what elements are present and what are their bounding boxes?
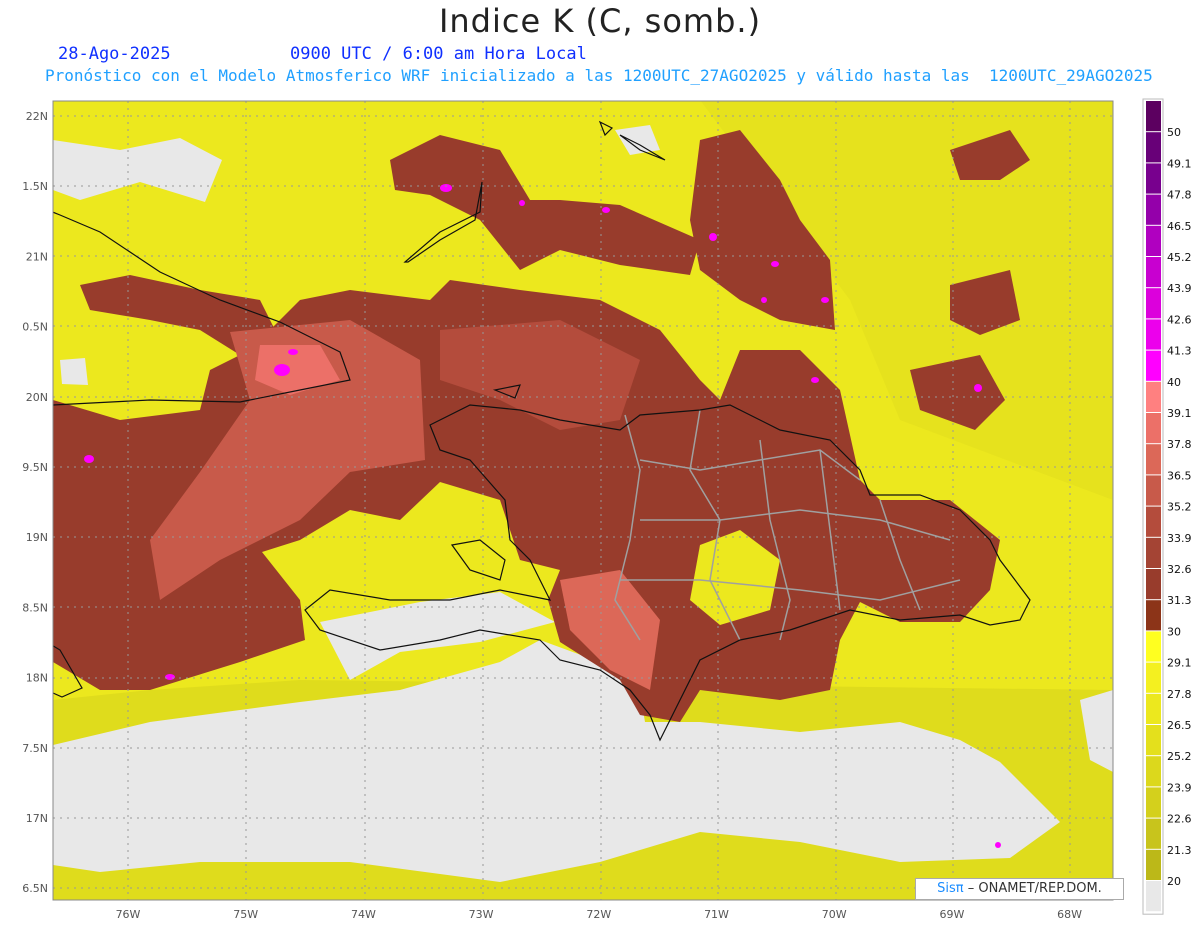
legend-swatch — [1146, 163, 1161, 194]
legend-label: 30 — [1167, 625, 1181, 638]
legend-label: 31.3 — [1167, 594, 1192, 607]
legend-swatch — [1146, 569, 1161, 600]
legend-swatch — [1146, 631, 1161, 662]
lat-label: 1.5N — [22, 180, 48, 193]
legend-label: 22.6 — [1167, 813, 1192, 826]
legend-label: 25.2 — [1167, 750, 1192, 763]
lat-label: 21N — [26, 250, 48, 263]
lon-label: 69W — [939, 908, 964, 921]
legend-label: 32.6 — [1167, 563, 1192, 576]
lat-label: 18N — [26, 672, 48, 685]
legend-label: 21.3 — [1167, 844, 1192, 857]
legend-label: 50 — [1167, 126, 1181, 139]
legend-swatch — [1146, 319, 1161, 350]
legend-label: 42.6 — [1167, 313, 1192, 326]
legend-swatch — [1146, 725, 1161, 756]
lat-label: 6.5N — [22, 882, 48, 895]
legend-label: 40 — [1167, 376, 1181, 389]
legend-label: 41.3 — [1167, 345, 1192, 358]
lon-label: 75W — [233, 908, 258, 921]
legend-label: 20 — [1167, 875, 1181, 888]
forecast-time: 0900 UTC / 6:00 am Hora Local — [290, 44, 587, 64]
color-legend: 50 49.1 47.8 46.5 45.2 43.9 42.6 41.3 40 39.1 37.8… — [1142, 98, 1192, 915]
forecast-date: 28-Ago-2025 — [58, 44, 171, 64]
legend-swatch — [1146, 132, 1161, 163]
legend-swatch — [1146, 787, 1161, 818]
legend-swatch — [1146, 818, 1161, 849]
lat-label: 8.5N — [22, 601, 48, 614]
lat-label: 20N — [26, 391, 48, 404]
legend-swatch — [1146, 849, 1161, 880]
lon-label: 73W — [469, 908, 494, 921]
k-index-map: 76W 75W 74W 73W 72W 71W 70W 69W 68W 22N 1.5N 21N 0.… — [22, 98, 1192, 921]
legend-swatch — [1146, 225, 1161, 256]
lat-label: 19N — [26, 531, 48, 544]
sispi-logo: Sisπ — [937, 881, 964, 896]
legend-swatch — [1146, 381, 1161, 412]
lon-label: 72W — [586, 908, 611, 921]
legend-swatch — [1146, 881, 1161, 912]
legend-label: 43.9 — [1167, 282, 1192, 295]
credit-text: – ONAMET/REP.DOM. — [967, 881, 1102, 896]
legend-swatch — [1146, 350, 1161, 381]
legend-swatch — [1146, 413, 1161, 444]
lon-label: 70W — [822, 908, 847, 921]
legend-label: 33.9 — [1167, 532, 1192, 545]
legend-label: 49.1 — [1167, 157, 1192, 170]
lat-label: 7.5N — [22, 742, 48, 755]
legend-label: 26.5 — [1167, 719, 1192, 732]
lat-label: 22N — [26, 110, 48, 123]
legend-swatch — [1146, 693, 1161, 724]
legend-swatch — [1146, 537, 1161, 568]
lat-label: 17N — [26, 812, 48, 825]
legend-label: 23.9 — [1167, 781, 1192, 794]
legend-label: 27.8 — [1167, 688, 1192, 701]
legend-swatch — [1146, 101, 1161, 132]
lat-label: 0.5N — [22, 321, 48, 334]
legend-swatch — [1146, 600, 1161, 631]
legend-swatch — [1146, 257, 1161, 288]
legend-label: 47.8 — [1167, 189, 1192, 202]
map-field — [53, 101, 1113, 900]
legend-swatch — [1146, 756, 1161, 787]
legend-label: 39.1 — [1167, 407, 1192, 420]
legend-swatch — [1146, 444, 1161, 475]
legend-swatch — [1146, 506, 1161, 537]
lon-label: 71W — [704, 908, 729, 921]
legend-swatch — [1146, 662, 1161, 693]
legend-label: 37.8 — [1167, 438, 1192, 451]
credit-box: Sisπ – ONAMET/REP.DOM. — [915, 878, 1124, 900]
latitude-labels: 22N 1.5N 21N 0.5N 20N 9.5N 19N 8.5N 18N 7.5N 17N 6.… — [22, 110, 48, 895]
lat-label: 9.5N — [22, 461, 48, 474]
legend-swatch — [1146, 475, 1161, 506]
longitude-labels: 76W 75W 74W 73W 72W 71W 70W 69W 68W — [116, 908, 1083, 921]
lon-label: 74W — [351, 908, 376, 921]
legend-label: 29.1 — [1167, 657, 1192, 670]
map-title: Indice K (C, somb.) — [438, 2, 762, 40]
legend-label: 36.5 — [1167, 469, 1192, 482]
model-description: Pronóstico con el Modelo Atmosferico WRF… — [45, 66, 1153, 85]
legend-label: 35.2 — [1167, 501, 1192, 514]
legend-label: 46.5 — [1167, 220, 1192, 233]
lon-label: 76W — [116, 908, 141, 921]
legend-label: 45.2 — [1167, 251, 1192, 264]
legend-swatch — [1146, 288, 1161, 319]
lon-label: 68W — [1057, 908, 1082, 921]
legend-swatch — [1146, 194, 1161, 225]
